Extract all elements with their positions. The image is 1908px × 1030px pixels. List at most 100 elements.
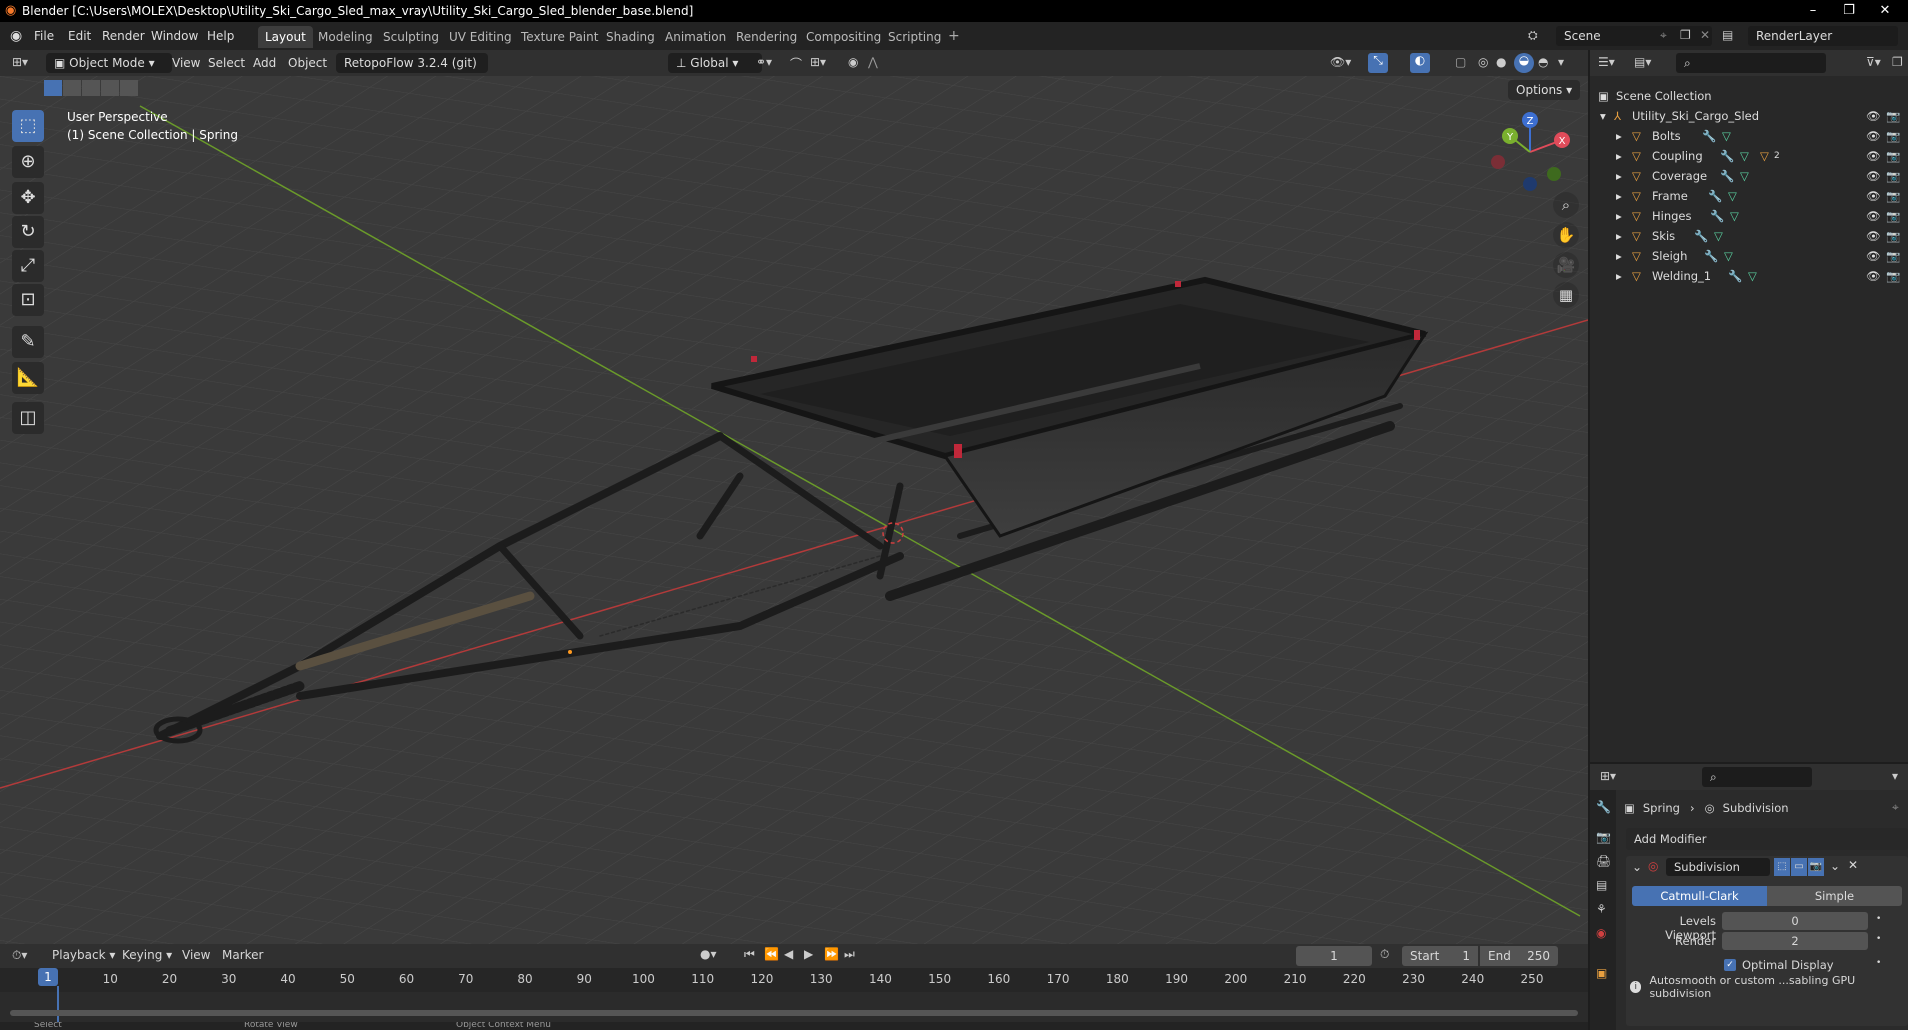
add-modifier-button[interactable]: Add Modifier: [1626, 828, 1908, 850]
keyframe-dot-icon[interactable]: •: [1876, 914, 1881, 924]
expand-arrow-icon[interactable]: ▸: [1616, 186, 1622, 206]
camera-view-icon[interactable]: 🎥: [1553, 252, 1579, 278]
tab-rendering[interactable]: Rendering: [729, 26, 804, 48]
cursor-tool-icon[interactable]: ⊕: [12, 146, 44, 178]
play-icon[interactable]: ▶: [804, 947, 813, 961]
preview-range-icon[interactable]: ⏱: [1380, 947, 1389, 962]
delete-scene-icon[interactable]: ✕: [1700, 28, 1710, 42]
outliner-item-hinges[interactable]: ▸ ▽ Hinges 🔧 ▽ 👁 📷: [1590, 206, 1908, 226]
outliner-scene-collection[interactable]: ▣ Scene Collection: [1590, 86, 1908, 106]
render-camera-icon[interactable]: 📷: [1886, 246, 1900, 266]
auto-keying-icon[interactable]: ●▾: [700, 947, 717, 961]
world-tab-icon[interactable]: ◉: [1596, 926, 1606, 940]
remove-modifier-icon[interactable]: ✕: [1848, 858, 1858, 872]
keyframe-dot-icon[interactable]: •: [1876, 958, 1881, 968]
overlay-toggle-icon[interactable]: ◐: [1410, 53, 1430, 73]
keying-menu[interactable]: Keying ▾: [122, 948, 172, 962]
jump-keyframe-back-icon[interactable]: ⏪: [764, 947, 779, 961]
menu-add[interactable]: Add: [245, 53, 284, 73]
jump-start-icon[interactable]: ⏮: [744, 947, 755, 962]
jump-end-icon[interactable]: ⏭: [844, 947, 855, 962]
visibility-eye-icon[interactable]: 👁: [1866, 186, 1881, 206]
playhead[interactable]: 1: [38, 968, 58, 986]
add-cube-tool-icon[interactable]: ◫: [12, 402, 44, 434]
playback-menu[interactable]: Playback ▾: [52, 948, 115, 962]
select-invert-icon[interactable]: [101, 80, 119, 96]
timeline-editor-type-icon[interactable]: ⏱▾: [12, 948, 27, 963]
expand-arrow-icon[interactable]: ▸: [1616, 246, 1622, 266]
outliner-item-coverage[interactable]: ▸ ▽ Coverage 🔧 ▽ 👁 📷: [1590, 166, 1908, 186]
3d-viewport[interactable]: User Perspective (1) Scene Collection | …: [0, 76, 1588, 944]
visibility-eye-icon[interactable]: 👁: [1866, 226, 1881, 246]
levels-viewport-field[interactable]: 0: [1722, 912, 1868, 930]
snap-icon[interactable]: ⌒: [790, 55, 802, 72]
new-collection-icon[interactable]: ❐: [1892, 55, 1903, 69]
visibility-eye-icon[interactable]: 👁: [1866, 206, 1881, 226]
visibility-eye-icon[interactable]: 👁: [1866, 126, 1881, 146]
scale-tool-icon[interactable]: ⤢: [12, 250, 44, 282]
pivot-point-icon[interactable]: ⚭▾: [756, 55, 772, 69]
render-levels-field[interactable]: 2: [1722, 932, 1868, 950]
current-frame-field[interactable]: 1: [1296, 946, 1372, 966]
render-layer-icon[interactable]: ▤: [1722, 28, 1733, 42]
properties-search-input[interactable]: ⌕: [1702, 767, 1812, 787]
display-mode-icon[interactable]: ▤▾: [1634, 55, 1651, 69]
mode-dropdown[interactable]: ▣ Object Mode ▾: [46, 53, 172, 73]
transform-tool-icon[interactable]: ⊡: [12, 284, 44, 316]
viewport-toggle-icon[interactable]: ▭: [1791, 858, 1807, 876]
marker-menu[interactable]: Marker: [222, 948, 263, 962]
view-layer-tab-icon[interactable]: ▤: [1596, 878, 1607, 892]
start-frame-field[interactable]: Start 1: [1402, 946, 1478, 966]
modifier-name-field[interactable]: Subdivision: [1666, 858, 1770, 876]
tab-compositing[interactable]: Compositing: [799, 26, 888, 48]
shading-options-icon[interactable]: ▾: [1558, 55, 1564, 69]
keyframe-dot-icon[interactable]: •: [1876, 934, 1881, 944]
visibility-icon[interactable]: 👁▾: [1330, 55, 1351, 69]
expand-arrow-icon[interactable]: ▾: [1600, 106, 1606, 126]
select-new-icon[interactable]: [44, 80, 62, 96]
render-camera-icon[interactable]: 📷: [1886, 126, 1900, 146]
render-camera-icon[interactable]: 📷: [1886, 166, 1900, 186]
menu-file[interactable]: File: [34, 29, 54, 43]
menu-object[interactable]: Object: [280, 53, 335, 73]
render-camera-icon[interactable]: 📷: [1886, 186, 1900, 206]
tool-tab-icon[interactable]: 🔧: [1596, 800, 1611, 814]
editor-type-icon[interactable]: ⊞▾: [12, 55, 28, 69]
menu-window[interactable]: Window: [151, 29, 198, 43]
outliner-item-bolts[interactable]: ▸ ▽ Bolts 🔧 ▽ 👁 📷: [1590, 126, 1908, 146]
transform-orientation-dropdown[interactable]: ⊥ Global ▾: [668, 53, 762, 73]
render-tab-icon[interactable]: 📷: [1596, 830, 1611, 844]
menu-render[interactable]: Render: [102, 29, 145, 43]
falloff-icon[interactable]: ⋀: [868, 55, 878, 69]
scene-selector-icon[interactable]: ⛭: [1528, 28, 1538, 43]
render-toggle-icon[interactable]: 📷: [1808, 858, 1824, 876]
outliner-item-coupling[interactable]: ▸ ▽ Coupling 🔧 ▽ ▽ 2 👁 📷: [1590, 146, 1908, 166]
render-camera-icon[interactable]: 📷: [1886, 266, 1900, 286]
render-camera-icon[interactable]: 📷: [1886, 226, 1900, 246]
tab-modeling[interactable]: Modeling: [311, 26, 380, 48]
scene-tab-icon[interactable]: ⚘: [1596, 902, 1607, 916]
expand-arrow-icon[interactable]: ▸: [1616, 126, 1622, 146]
move-tool-icon[interactable]: ✥: [12, 182, 44, 214]
expand-arrow-icon[interactable]: ▸: [1616, 146, 1622, 166]
object-tab-icon[interactable]: ▣: [1596, 966, 1607, 980]
tab-shading[interactable]: Shading: [599, 26, 662, 48]
outliner-collection-row[interactable]: ▾ ⅄ Utility_Ski_Cargo_Sled 👁 📷: [1590, 106, 1908, 126]
zoom-icon[interactable]: ⌕: [1553, 192, 1579, 218]
shading-wireframe-icon[interactable]: ◎: [1478, 55, 1488, 69]
outliner-item-skis[interactable]: ▸ ▽ Skis 🔧 ▽ 👁 📷: [1590, 226, 1908, 246]
rotate-tool-icon[interactable]: ↻: [12, 216, 44, 248]
pin-icon[interactable]: ⌖: [1892, 800, 1899, 815]
visibility-eye-icon[interactable]: 👁: [1866, 146, 1881, 166]
expand-arrow-icon[interactable]: ▸: [1616, 206, 1622, 226]
timeline-scrollbar[interactable]: [10, 1010, 1578, 1016]
optimal-display-checkbox[interactable]: ✓ Optimal Display: [1724, 956, 1834, 974]
add-workspace-icon[interactable]: +: [948, 28, 960, 44]
simple-option[interactable]: Simple: [1767, 886, 1902, 906]
tab-sculpting[interactable]: Sculpting: [376, 26, 446, 48]
tab-texture-paint[interactable]: Texture Paint: [514, 26, 605, 48]
xray-icon[interactable]: ▢: [1455, 55, 1466, 69]
expand-arrow-icon[interactable]: ▸: [1616, 226, 1622, 246]
visibility-eye-icon[interactable]: 👁: [1866, 246, 1881, 266]
shading-solid-icon[interactable]: ●: [1496, 55, 1506, 69]
